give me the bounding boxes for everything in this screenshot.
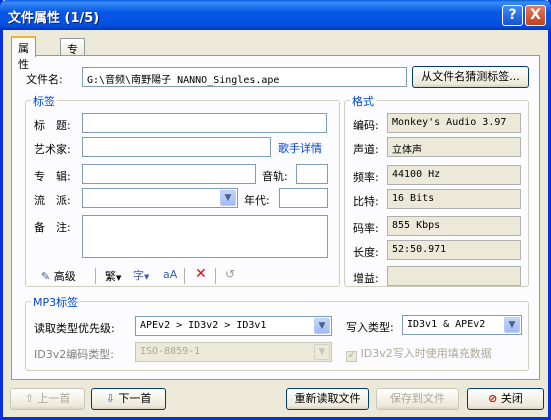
length-value: 52:50.971	[387, 240, 521, 260]
format-row-label: 长度:	[353, 246, 379, 259]
tag-group-label: 标签	[31, 93, 57, 109]
tab-properties[interactable]: 属性	[11, 36, 36, 71]
comment-label: 备 注:	[34, 221, 71, 234]
close-label: 关闭	[500, 392, 523, 405]
filename-field[interactable]: G:\音频\南野陽子 NANNO_Singles.ape	[82, 67, 407, 87]
reread-file-button[interactable]: 重新读取文件	[286, 388, 369, 410]
gain-value	[387, 266, 521, 286]
read-priority-label: 读取类型优先级:	[34, 322, 115, 335]
bits-value: 16 Bits	[387, 189, 521, 209]
advanced-label: 高级	[53, 270, 76, 283]
no-entry-icon: ⊘	[488, 392, 498, 405]
arrow-down-icon: ⇩	[105, 392, 115, 405]
font-convert-icon: 字	[133, 269, 144, 282]
read-priority-combo[interactable]: APEv2 > ID3v2 > ID3v1 ▼	[135, 316, 332, 336]
format-row-label: 声道:	[353, 143, 379, 156]
write-type-label: 写入类型:	[346, 321, 394, 334]
properties-window: 文件属性 (1/5) ? X 属性 专辑封面 文件名: G:\音频\南野陽子 N…	[0, 0, 551, 420]
format-row-label: 增益:	[353, 272, 379, 285]
title-field[interactable]	[82, 113, 327, 133]
codec-value: Monkey's Audio 3.97	[387, 113, 521, 133]
title-bar[interactable]: 文件属性 (1/5) ? X	[0, 0, 551, 30]
save-to-file-button[interactable]: 保存到文件	[376, 388, 459, 410]
format-row-label: 比特:	[353, 195, 379, 208]
write-type-value: ID3v1 & APEv2	[407, 319, 486, 330]
edit-icon: ✎	[41, 270, 51, 283]
prev-track-button[interactable]: ⇧ 上一首	[10, 388, 85, 410]
title-label: 标 题:	[34, 119, 71, 132]
chevron-down-icon: ▼	[144, 273, 150, 281]
chevron-down-icon[interactable]: ▼	[504, 317, 520, 333]
channels-value: 立体声	[387, 137, 521, 157]
advanced-button[interactable]: ✎ 高级	[41, 268, 76, 284]
artist-label: 艺术家:	[34, 143, 71, 156]
write-type-combo[interactable]: ID3v1 & APEv2 ▼	[402, 315, 522, 335]
format-row-label: 码率:	[353, 222, 379, 235]
font-size-button[interactable]: aA	[163, 268, 177, 281]
samplerate-value: 44100 Hz	[387, 165, 521, 185]
arrow-up-icon: ⇧	[24, 392, 34, 405]
chevron-down-icon[interactable]: ▼	[220, 190, 236, 206]
delete-icon[interactable]: ✕	[195, 266, 207, 282]
toolbar-divider	[184, 268, 185, 284]
close-button[interactable]: ⊘ 关闭	[467, 388, 544, 410]
close-window-button[interactable]: X	[525, 5, 546, 26]
chevron-down-icon[interactable]: ▼	[314, 344, 330, 360]
undo-icon[interactable]: ↺	[225, 267, 235, 281]
comment-field[interactable]	[82, 215, 328, 258]
genre-label: 流 派:	[34, 194, 71, 207]
toolbar-divider	[95, 268, 96, 284]
prev-label: 上一首	[37, 392, 71, 405]
album-field[interactable]	[82, 164, 256, 184]
encoding-combo[interactable]: ISO-8859-1 ▼	[135, 342, 332, 362]
filename-label: 文件名:	[26, 73, 63, 86]
guess-tags-button[interactable]: 从文件名猜测标签...	[412, 66, 529, 88]
convert-case-button[interactable]: 字▼	[133, 267, 149, 283]
format-group-label: 格式	[350, 93, 376, 109]
chevron-down-icon[interactable]: ▼	[314, 318, 330, 334]
checkbox-checked-icon: ✓	[346, 351, 357, 362]
next-label: 下一首	[118, 392, 152, 405]
track-label: 音轨:	[262, 170, 288, 183]
padding-checkbox[interactable]: ✓ ID3v2写入时使用填充数据	[346, 345, 492, 362]
format-row-label: 编码:	[353, 119, 379, 132]
tab-album-cover[interactable]: 专辑封面	[60, 38, 85, 104]
year-label: 年代:	[244, 194, 270, 207]
read-priority-value: APEv2 > ID3v2 > ID3v1	[140, 320, 267, 331]
format-row-label: 频率:	[353, 171, 379, 184]
trad-label: 繁	[105, 270, 116, 283]
toolbar-divider	[215, 268, 216, 284]
traditional-chinese-button[interactable]: 繁▼	[105, 268, 121, 284]
bitrate-value: 855 Kbps	[387, 216, 521, 236]
help-button[interactable]: ?	[502, 5, 523, 26]
genre-combo[interactable]: ▼	[82, 188, 238, 208]
properties-panel: 文件名: G:\音频\南野陽子 NANNO_Singles.ape 从文件名猜测…	[11, 55, 540, 380]
artist-field[interactable]	[82, 137, 271, 157]
track-field[interactable]	[296, 164, 328, 184]
font-size-icon: aA	[163, 268, 178, 281]
year-field[interactable]	[279, 188, 328, 208]
chevron-down-icon: ▼	[116, 274, 122, 282]
padding-label: ID3v2写入时使用填充数据	[360, 347, 492, 360]
mp3-group-label: MP3标签	[31, 294, 81, 310]
next-track-button[interactable]: ⇩ 下一首	[91, 388, 166, 410]
window-title: 文件属性 (1/5)	[8, 11, 100, 26]
encoding-value: ISO-8859-1	[140, 346, 201, 357]
artist-details-link[interactable]: 歌手详情	[278, 140, 322, 156]
album-label: 专 辑:	[34, 170, 71, 183]
encoding-label: ID3v2编码类型:	[34, 348, 114, 361]
